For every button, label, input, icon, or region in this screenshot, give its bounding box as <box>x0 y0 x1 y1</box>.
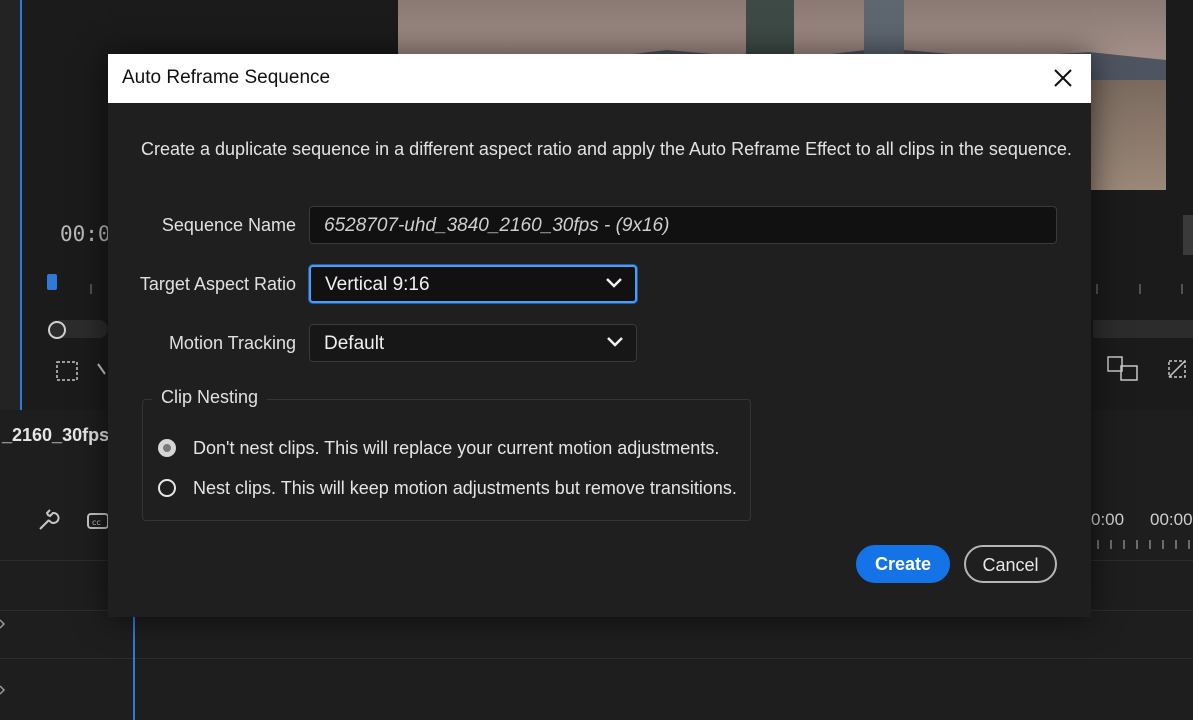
playhead-marker[interactable] <box>47 274 57 290</box>
chevron-down-icon <box>607 337 623 347</box>
target-aspect-ratio-label: Target Aspect Ratio <box>139 274 296 294</box>
panel-scrollbar[interactable] <box>1183 215 1193 255</box>
cancel-button[interactable]: Cancel <box>964 545 1057 583</box>
track-divider <box>0 658 1193 659</box>
dialog-title: Auto Reframe Sequence <box>122 67 331 88</box>
target-aspect-ratio-dropdown[interactable]: Vertical 9:16 <box>309 265 637 303</box>
timeline-playhead[interactable] <box>133 612 135 720</box>
create-button[interactable]: Create <box>856 545 950 583</box>
motion-tracking-dropdown[interactable]: Default <box>309 324 637 362</box>
track-expand-icon[interactable] <box>0 619 6 629</box>
sequence-name-input[interactable]: 6528707-uhd_3840_2160_30fps - (9x16) <box>309 206 1057 244</box>
track-expand-icon[interactable] <box>0 685 6 695</box>
motion-tracking-value: Default <box>324 333 385 354</box>
zoom-scrollbar-right[interactable] <box>1093 320 1193 338</box>
timecode-display: 00:0 <box>60 222 111 246</box>
preview-buildings <box>1088 80 1166 190</box>
motion-tracking-label: Motion Tracking <box>168 333 296 353</box>
sequence-tab-label[interactable]: _2160_30fps <box>2 425 109 446</box>
radio-label-nest: Nest clips. This will keep motion adjust… <box>193 478 737 498</box>
dialog-description: Create a duplicate sequence in a differe… <box>141 139 1072 159</box>
captions-icon[interactable]: cc <box>86 511 108 531</box>
safe-margins-icon[interactable] <box>55 360 79 382</box>
timeline-ruler-ticks <box>1097 540 1190 549</box>
chevron-down-icon <box>606 278 622 288</box>
compare-view-icon[interactable] <box>1107 356 1139 382</box>
radio-label-dont-nest: Don't nest clips. This will replace your… <box>193 438 720 458</box>
close-icon[interactable] <box>1049 64 1077 92</box>
scrollbar-handle[interactable] <box>48 321 66 339</box>
preview-tower <box>746 0 794 60</box>
transform-icon[interactable] <box>1166 358 1188 380</box>
auto-reframe-dialog: Auto Reframe Sequence Create a duplicate… <box>108 54 1091 617</box>
radio-button-nest[interactable] <box>158 479 176 497</box>
clip-nesting-group <box>142 399 751 521</box>
clip-nesting-title: Clip Nesting <box>152 387 268 408</box>
sequence-name-value: 6528707-uhd_3840_2160_30fps - (9x16) <box>324 215 670 236</box>
wrench-icon[interactable] <box>36 509 60 533</box>
source-panel-edge <box>0 0 22 410</box>
target-aspect-ratio-value: Vertical 9:16 <box>325 274 430 295</box>
svg-text:cc: cc <box>92 518 101 527</box>
sequence-name-label: Sequence Name <box>161 215 296 235</box>
timeline-timecode: 0:00 <box>1091 510 1125 529</box>
dialog-titlebar: Auto Reframe Sequence <box>108 54 1091 103</box>
timeline-timecode: 00:00 <box>1150 510 1193 529</box>
radio-button-dont-nest[interactable] <box>158 439 176 457</box>
marker-icon[interactable] <box>97 362 107 378</box>
preview-tower <box>864 0 904 55</box>
